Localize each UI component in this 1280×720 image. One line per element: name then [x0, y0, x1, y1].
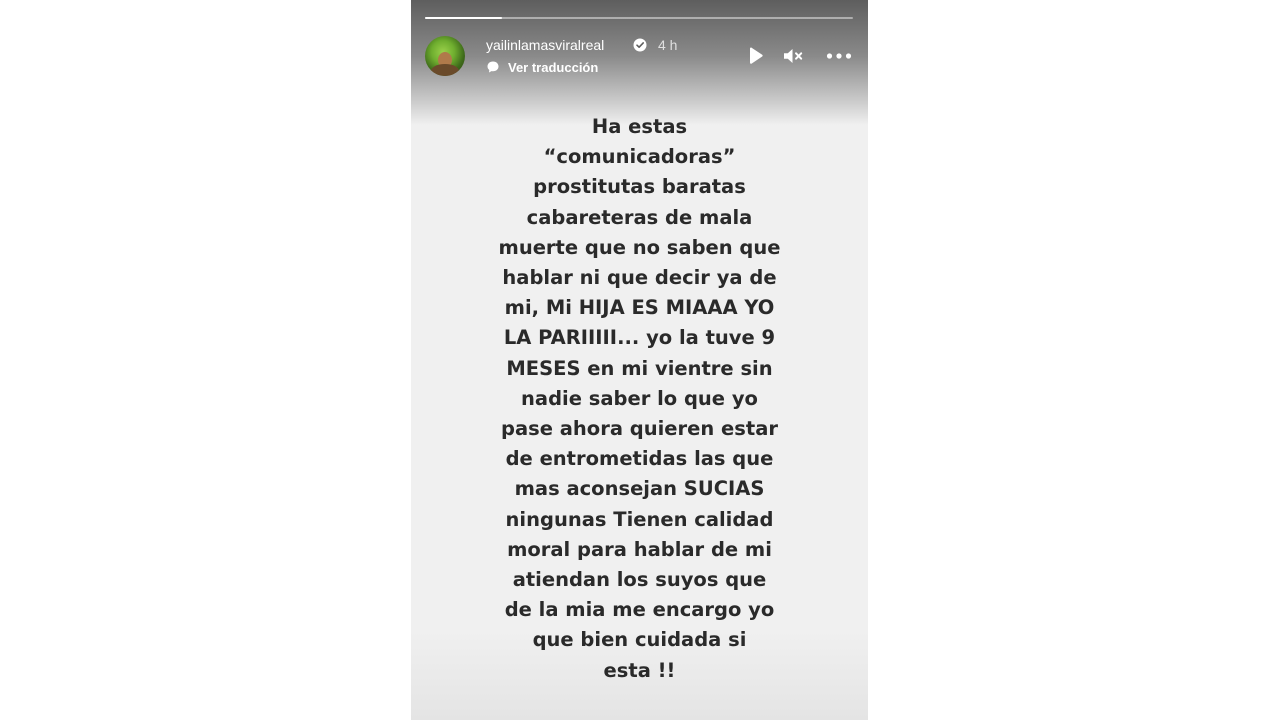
profile-avatar[interactable]	[425, 36, 465, 76]
story-text-line: de la mia me encargo yo	[504, 598, 775, 622]
story-text-line: LA PARIIIII... yo la tuve 9	[503, 326, 776, 350]
story-text-line: “comunicadoras”	[543, 145, 736, 169]
story-text-line: prostitutas baratas	[533, 175, 746, 199]
story-progress-bar	[425, 17, 853, 19]
speaker-muted-icon[interactable]	[781, 44, 805, 68]
more-options-icon[interactable]	[825, 44, 853, 68]
see-translation-label: Ver traducción	[508, 60, 599, 75]
story-text-line: de entrometidas las que	[505, 447, 774, 471]
story-text-line: muerte que no saben que	[498, 235, 781, 259]
story-text-line: moral para hablar de mi	[507, 537, 772, 561]
story-text-line: Ha estas	[591, 115, 688, 138]
avatar-body	[431, 64, 459, 76]
story-viewer[interactable]: yailinlamasviralreal 4 h Ver traducción	[411, 0, 868, 720]
story-text-line: mas aconsejan SUCIAS	[514, 477, 765, 501]
play-icon[interactable]	[743, 44, 767, 68]
story-text-line: mi, Mi HIJA ES MIAAA YO	[504, 296, 775, 320]
story-text-line: hablar ni que decir ya de	[502, 266, 777, 290]
username-link[interactable]: yailinlamasviralreal	[486, 37, 604, 53]
translate-bubble-icon	[487, 61, 499, 73]
story-text-content: Ha estas “comunicadoras” prostitutas barat…	[411, 112, 868, 686]
story-text-line: que bien cuidada si	[532, 628, 747, 652]
story-text-line: pase ahora quieren estar	[501, 417, 778, 441]
story-text-line: atiendan los suyos que	[512, 568, 767, 592]
story-text-line: MESES en mi vientre sin	[506, 356, 773, 380]
verified-badge-icon	[633, 38, 647, 52]
story-timestamp: 4 h	[658, 37, 678, 53]
story-text-line: nadie saber lo que yo	[521, 386, 758, 410]
story-text-line: esta !!	[603, 658, 676, 682]
story-header: yailinlamasviralreal 4 h Ver traducción	[425, 36, 855, 76]
page: yailinlamasviralreal 4 h Ver traducción	[0, 0, 1280, 720]
story-progress-fill	[425, 17, 503, 19]
story-text-line: ningunas Tienen calidad	[505, 507, 774, 531]
story-text-line: cabareteras de mala	[526, 205, 753, 229]
